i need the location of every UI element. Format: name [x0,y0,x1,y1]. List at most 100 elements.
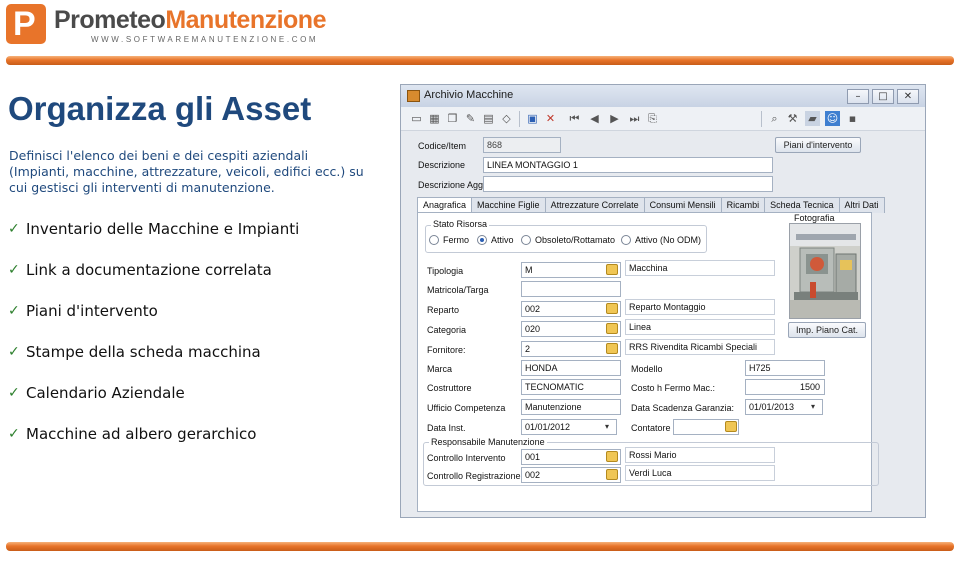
tab-macchine-figlie[interactable]: Macchine Figlie [471,197,546,213]
maximize-icon[interactable]: □ [872,89,894,104]
lookup-icon[interactable] [606,451,618,462]
categoria-desc: Linea [625,319,775,335]
new-icon[interactable]: ▭ [409,111,424,126]
tab-attrezzature-correlate[interactable]: Attrezzature Correlate [544,197,645,213]
costruttore-label: Costruttore [427,383,472,393]
responsabile-title: Responsabile Manutenzione [429,437,547,447]
list-item: ✓ Stampe della scheda macchina [8,343,261,361]
tipologia-label: Tipologia [427,266,464,276]
copy-icon[interactable]: ❐ [445,111,460,126]
modello-label: Modello [631,364,663,374]
categoria-label: Categoria [427,325,467,335]
imp-piano-cat-button[interactable]: Imp. Piano Cat. [788,322,866,338]
tools-icon[interactable]: ⚒ [785,111,800,126]
calendar-dropdown-icon[interactable]: ▾ [807,401,819,413]
archivio-macchine-window: Archivio Macchine – □ ✕ ▭ ▦ ❐ ✎ ▤ ◇ ▣ ✕ … [400,84,926,518]
fotografia-label: Fotografia [794,213,835,223]
controllo-intervento-name: Rossi Mario [625,447,775,463]
cancel-icon[interactable]: ✕ [543,111,558,126]
checkmark-icon: ✓ [8,426,20,442]
descrizione-agg-field[interactable] [483,176,773,192]
list-item: ✓ Piani d'intervento [8,302,158,320]
slide-intro: Definisci l'elenco dei beni e dei cespit… [9,148,364,195]
search-icon[interactable]: ⌕ [767,111,782,126]
reparto-label: Reparto [427,305,460,315]
delete-record-icon[interactable]: ▤ [481,111,496,126]
matricola-label: Matricola/Targa [427,285,489,295]
descrizione-label: Descrizione [418,160,466,170]
fornitore-label: Fornitore: [427,345,466,355]
tipologia-desc: Macchina [625,260,775,276]
tab-consumi-mensili[interactable]: Consumi Mensili [643,197,722,213]
codice-field[interactable]: 868 [483,137,561,153]
descrizione-agg-label: Descrizione Agg. [418,180,486,190]
tab-bar: Anagrafica Macchine Figlie Attrezzature … [417,197,885,214]
close-icon[interactable]: ✕ [897,89,919,104]
tab-altri-dati[interactable]: Altri Dati [838,197,885,213]
ufficio-field[interactable]: Manutenzione [521,399,621,415]
minimize-icon[interactable]: – [847,89,869,104]
grid-icon[interactable]: ▦ [427,111,442,126]
contatore-label: Contatore [631,423,671,433]
radio-attivo-no-odm[interactable]: Attivo (No ODM) [621,235,701,245]
checkmark-icon: ✓ [8,385,20,401]
fornitore-desc: RRS Rivendita Ricambi Speciali [625,339,775,355]
lock-icon[interactable]: ▪ [845,111,860,126]
matricola-field[interactable] [521,281,621,297]
window-titlebar: Archivio Macchine – □ ✕ [401,85,925,107]
marca-field[interactable]: HONDA [521,360,621,376]
machine-photo-image [790,224,860,318]
window-title: Archivio Macchine [424,89,514,101]
controllo-registrazione-name: Verdi Luca [625,465,775,481]
radio-icon [621,235,631,245]
folder-icon[interactable]: ▰ [805,111,820,126]
next-icon[interactable]: ▶ [607,111,622,126]
stato-risorsa-title: Stato Risorsa [431,219,490,229]
toolbar-separator [761,111,762,127]
machine-photo [789,223,861,319]
radio-selected-icon [477,235,487,245]
tab-scheda-tecnica[interactable]: Scheda Tecnica [764,197,840,213]
calendar-dropdown-icon[interactable]: ▾ [601,421,613,433]
lookup-icon[interactable] [606,469,618,480]
first-icon[interactable]: ⏮ [567,111,582,126]
lookup-icon[interactable] [725,421,737,432]
lookup-icon[interactable] [606,323,618,334]
logo-icon: P [6,4,46,44]
prev-icon[interactable]: ◀ [587,111,602,126]
save-icon[interactable]: ▣ [525,111,540,126]
radio-obsoleto[interactable]: Obsoleto/Rottamato [521,235,615,245]
marca-label: Marca [427,364,453,374]
edit-icon[interactable]: ✎ [463,111,478,126]
data-inst-label: Data Inst. [427,423,466,433]
radio-fermo[interactable]: Fermo [429,235,469,245]
toolbar: ▭ ▦ ❐ ✎ ▤ ◇ ▣ ✕ ⏮ ◀ ▶ ⏭ ⎘ ⌕ ⚒ ▰ ☺ ▪ [401,107,925,131]
toolbar-separator [519,111,520,127]
lookup-icon[interactable] [606,264,618,275]
piani-intervento-button[interactable]: Piani d'intervento [775,137,861,153]
app-icon [407,90,420,102]
tab-ricambi[interactable]: Ricambi [720,197,766,213]
attach-icon[interactable]: ⎘ [645,111,660,126]
eraser-icon[interactable]: ◇ [499,111,514,126]
lookup-icon[interactable] [606,303,618,314]
radio-attivo[interactable]: Attivo [477,235,514,245]
controllo-registrazione-label: Controllo Registrazione [427,471,521,481]
list-item: ✓ Calendario Aziendale [8,384,185,402]
radio-icon [521,235,531,245]
last-icon[interactable]: ⏭ [627,111,642,126]
checkmark-icon: ✓ [8,303,20,319]
lookup-icon[interactable] [606,343,618,354]
user-icon[interactable]: ☺ [825,111,840,126]
brand-name: PrometeoManutenzione [54,6,326,34]
feature-list: ✓ Inventario delle Macchine e Impianti ✓ L… [8,220,299,466]
modello-field[interactable]: H725 [745,360,825,376]
controllo-intervento-label: Controllo Intervento [427,453,506,463]
descrizione-field[interactable]: LINEA MONTAGGIO 1 [483,157,773,173]
radio-icon [429,235,439,245]
costruttore-field[interactable]: TECNOMATIC [521,379,621,395]
list-item: ✓ Macchine ad albero gerarchico [8,425,257,443]
footer-divider [6,542,954,551]
reparto-desc: Reparto Montaggio [625,299,775,315]
costo-field[interactable]: 1500 [745,379,825,395]
